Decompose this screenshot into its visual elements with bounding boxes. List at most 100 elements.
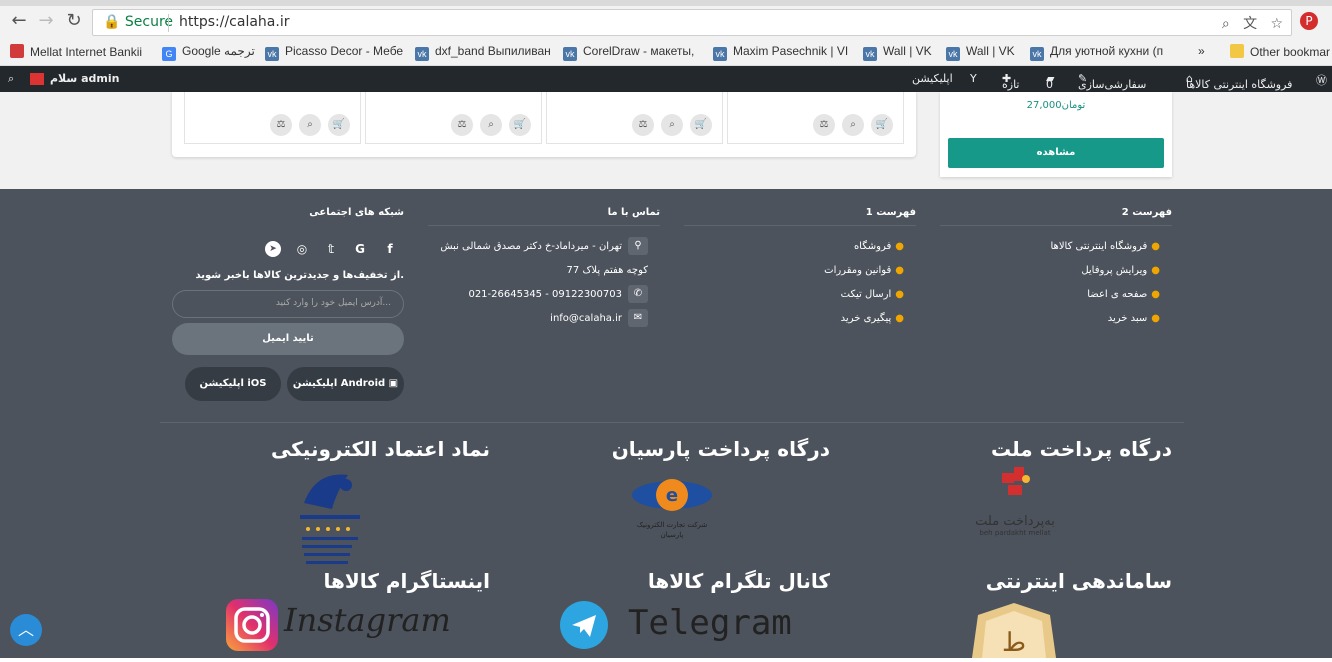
search-icon[interactable]: ⌕ [480, 114, 502, 136]
admin-customize[interactable]: سفارشی‌سازی ✎ [1078, 72, 1146, 91]
admin-new[interactable]: تازه ✚ [1002, 72, 1020, 91]
menu2-item[interactable]: ویرایش پروفایل ● [1081, 265, 1160, 276]
bookmark-item[interactable]: vk Для уютной кухни (п [1030, 44, 1170, 61]
menu2-item[interactable]: سبد خرید ● [1108, 313, 1160, 324]
bookmark-label: CorelDraw - макеты, [583, 44, 695, 58]
contact-email[interactable]: info@calaha.ir [550, 313, 622, 324]
telegram-channel-title: کانال تلگرام کالاها [647, 569, 830, 593]
menu2-item[interactable]: صفحه ی اعضا ● [1087, 289, 1160, 300]
svg-text:شرکت تجارت الکترونیک: شرکت تجارت الکترونیک [637, 521, 708, 529]
enamad-logo-graphic [300, 474, 360, 564]
android-icon: ▣ [388, 378, 399, 389]
menu1-item[interactable]: ارسال تیکت ● [841, 289, 904, 300]
bookmark-item[interactable]: vk Maxim Pasechnik | VI [713, 44, 853, 61]
cart-icon[interactable]: 🛒 [690, 114, 712, 136]
samandehi-title: ساماندهی اینترنتی [985, 569, 1172, 593]
samandehi-logo-graphic: ط [972, 603, 1056, 658]
back-icon[interactable]: ← [8, 10, 30, 32]
product-card: ⚖ ⌕ 🛒 [546, 92, 723, 144]
contact-phone[interactable]: 021-26645345 - 09122300703 [468, 289, 622, 300]
cart-icon[interactable]: 🛒 [871, 114, 893, 136]
svg-text:به‌پرداخت ملت: به‌پرداخت ملت [975, 514, 1055, 529]
bookmark-label: Maxim Pasechnik | VI [733, 44, 849, 58]
yoast-icon[interactable]: Y [970, 72, 977, 85]
admin-greeting[interactable]: سلام admin [50, 72, 119, 85]
bookmark-item[interactable]: Mellat Internet Bankii [10, 44, 145, 59]
comments-icon[interactable]: 0 ▰ [1046, 72, 1054, 91]
cart-icon[interactable]: 🛒 [509, 114, 531, 136]
scroll-to-top-button[interactable]: ︿ [10, 614, 42, 646]
compare-icon[interactable]: ⚖ [270, 114, 292, 136]
instagram-icon[interactable]: ◎ [294, 241, 310, 257]
enamad-logo[interactable] [296, 463, 364, 571]
compare-icon[interactable]: ⚖ [632, 114, 654, 136]
menu-item-label: سبد خرید [1107, 313, 1148, 324]
google-translate-icon: G [162, 47, 176, 61]
instagram-logo[interactable]: Instagram [226, 599, 451, 651]
admin-new-label: تازه [1002, 78, 1020, 91]
newsletter-email-input[interactable]: آدرس ایمیل خود را وارد کنید... [172, 290, 404, 318]
menu2-title: فهرست 2 [1121, 207, 1172, 218]
menu-item-label: ارسال تیکت [840, 289, 892, 300]
menu2-item[interactable]: فروشگاه اینترنتی کالاها ● [1051, 241, 1161, 252]
bookmark-item[interactable]: vk Wall | VK [863, 44, 943, 61]
comments-count: 0 [1046, 78, 1053, 91]
compare-icon[interactable]: ⚖ [451, 114, 473, 136]
omnibox-icons[interactable]: ⌕ 文 ☆ [1222, 13, 1283, 33]
samandehi-logo[interactable]: ط [972, 603, 1056, 658]
mellat-gateway-title: درگاه پرداخت ملت [990, 437, 1172, 461]
admin-app-link[interactable]: اپلیکیشن [912, 72, 953, 85]
bookmark-item[interactable]: vk CorelDraw - макеты, [563, 44, 703, 61]
contact-address-line1: تهران - میرداماد-خ دکتر مصدق شمالی نبش [440, 241, 622, 252]
menu-item-label: فروشگاه اینترنتی کالاها [1050, 241, 1148, 252]
address-bar[interactable]: 🔒 Secure https://calaha.ir ⌕ 文 ☆ [92, 9, 1292, 36]
contact-address-line2: کوچه هفتم پلاک 77 [566, 265, 648, 276]
menu1-item[interactable]: فروشگاه ● [854, 241, 904, 252]
bookmark-item[interactable]: vk Wall | VK [946, 44, 1026, 61]
ios-app-button[interactable]: اپلیکیشن iOS [185, 367, 281, 401]
menu-item-label: پیگیری خرید [840, 313, 892, 324]
forward-icon[interactable]: → [35, 10, 57, 32]
cart-icon[interactable]: 🛒 [328, 114, 350, 136]
wordpress-icon[interactable]: Ⓦ [1316, 72, 1327, 88]
newsletter-submit-button[interactable]: تایید ایمیل [172, 323, 404, 355]
admin-bar: ⌕ سلام admin اپلیکیشن Y تازه ✚ 0 ▰ سفارش… [0, 66, 1332, 92]
bullet-icon: ● [895, 265, 904, 276]
bullet-icon: ● [1151, 241, 1160, 252]
avatar[interactable] [30, 73, 44, 85]
mellat-logo[interactable]: به‌پرداخت ملت beh pardakht mellat [970, 465, 1060, 537]
bookmark-label: Wall | VK [966, 44, 1015, 58]
telegram-icon[interactable]: ➤ [265, 241, 281, 257]
search-icon[interactable]: ⌕ [661, 114, 683, 136]
vk-icon: vk [713, 47, 727, 61]
url-text[interactable]: https://calaha.ir [179, 14, 289, 30]
parsian-logo[interactable]: e شرکت تجارت الکترونیک پارسیان [626, 471, 718, 541]
google-icon[interactable]: G [352, 241, 368, 257]
bookmark-label: dxf_band Выпиливан [435, 44, 550, 58]
twitter-icon[interactable]: 𝕥 [323, 241, 339, 257]
product-card: ⚖ ⌕ 🛒 [184, 92, 361, 144]
search-icon[interactable]: ⌕ [299, 114, 321, 136]
view-button[interactable]: مشاهده [948, 138, 1164, 168]
search-icon[interactable]: ⌕ [8, 72, 14, 86]
bookmark-item[interactable]: G Google ترجمه [162, 44, 257, 61]
android-app-button[interactable]: اپلیکیشن Android ▣ [287, 367, 404, 401]
pinterest-icon[interactable]: P [1300, 12, 1318, 30]
telegram-channel-logo[interactable]: Telegram [560, 599, 792, 651]
telegram-wordmark: Telegram [628, 603, 792, 643]
bookmark-item[interactable]: vk dxf_band Выпиливан [415, 44, 550, 61]
svg-text:ط: ط [1002, 628, 1026, 658]
compare-icon[interactable]: ⚖ [813, 114, 835, 136]
menu1-item[interactable]: پیگیری خرید ● [841, 313, 904, 324]
admin-site-name[interactable]: فروشگاه اینترنتی کالاها ⌂ [1186, 72, 1292, 91]
enamad-title: نماد اعتماد الکترونیکی [270, 437, 490, 461]
bookmark-folder[interactable]: Other bookmar [1230, 44, 1332, 59]
search-icon[interactable]: ⌕ [842, 114, 864, 136]
bookmark-item[interactable]: vk Picasso Decor - Мебе [265, 44, 405, 61]
reload-icon[interactable]: ↻ [63, 10, 85, 32]
facebook-icon[interactable]: f [382, 241, 398, 257]
menu1-item[interactable]: قوانین ومقررات ● [824, 265, 904, 276]
svg-text:پارسیان: پارسیان [661, 531, 684, 539]
bookmarks-overflow[interactable]: » [1198, 44, 1212, 58]
map-marker-icon: ⚲ [628, 237, 648, 255]
